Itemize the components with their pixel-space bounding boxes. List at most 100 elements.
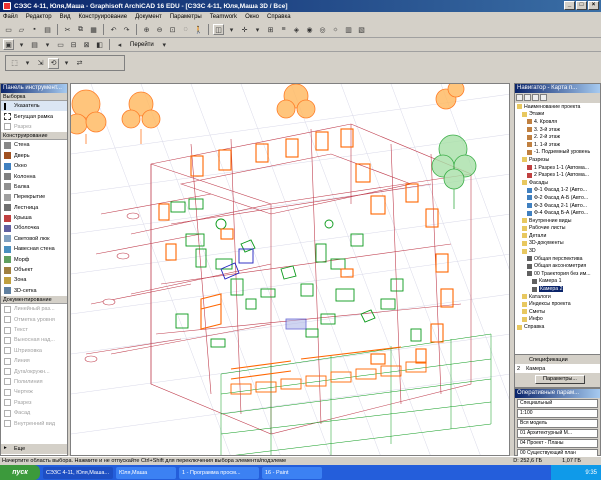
undo-icon[interactable]: ↶ bbox=[108, 24, 119, 35]
menu-window[interactable]: Окно bbox=[244, 14, 260, 20]
detail-icon[interactable]: ⊠ bbox=[81, 39, 92, 50]
save-icon[interactable]: ▪ bbox=[29, 24, 40, 35]
option-display[interactable]: Специальный bbox=[517, 399, 598, 408]
tool-document-2[interactable]: Текст bbox=[1, 325, 67, 335]
option-mvo[interactable]: 04 Проект - Планы bbox=[517, 439, 598, 448]
tree-item[interactable]: Инфо bbox=[515, 316, 600, 324]
tree-item[interactable]: Ф-3 Фасад 2-1 (Авто... bbox=[515, 202, 600, 210]
tool-construct-3[interactable]: Колонна bbox=[1, 171, 67, 181]
dropdown-arrow-icon[interactable]: ▾ bbox=[22, 58, 33, 69]
goto-button[interactable]: Перейти bbox=[127, 42, 157, 48]
task-archicad[interactable]: СЭЗС 4-11, Юля,Маша... bbox=[43, 466, 113, 479]
menu-help[interactable]: Справка bbox=[266, 14, 292, 20]
menu-document[interactable]: Документ bbox=[134, 14, 163, 20]
tree-item[interactable]: Каталоги bbox=[515, 293, 600, 301]
sun-icon[interactable]: ☼ bbox=[330, 24, 341, 35]
view-icon[interactable]: ▣ bbox=[3, 39, 14, 50]
tool-document-4[interactable]: Штриховка bbox=[1, 346, 67, 356]
navigator-title[interactable]: Навигатор - Карта п... bbox=[515, 84, 600, 93]
rotate-icon[interactable]: ⟲ bbox=[48, 57, 59, 69]
view-map-icon[interactable] bbox=[524, 94, 531, 101]
tree-item[interactable]: Внутренние виды bbox=[515, 217, 600, 225]
menu-file[interactable]: Файл bbox=[2, 14, 19, 20]
camera-icon[interactable]: ◎ bbox=[317, 24, 328, 35]
tree-item[interactable]: Общая аксонометрия bbox=[515, 262, 600, 270]
tool-pointer[interactable]: Указатель bbox=[1, 101, 67, 112]
tree-item[interactable]: 2 Разрез 1-1 (Автома... bbox=[515, 171, 600, 179]
toolbox-title[interactable]: Панель инструмент... bbox=[1, 84, 67, 93]
open-folder-icon[interactable]: ▱ bbox=[16, 24, 27, 35]
tree-item[interactable]: Общая перспектива bbox=[515, 255, 600, 263]
tool-construct-14[interactable]: 3D-сетка bbox=[1, 286, 67, 296]
menu-design[interactable]: Конструирование bbox=[77, 14, 128, 20]
tool-construct-6[interactable]: Лестница bbox=[1, 203, 67, 213]
tool-construct-5[interactable]: Перекрытие bbox=[1, 192, 67, 202]
tool-marquee[interactable]: Бегущая рамка bbox=[1, 111, 67, 121]
maximize-button[interactable]: □ bbox=[576, 1, 587, 10]
tree-item[interactable]: Фасады bbox=[515, 179, 600, 187]
tree-item[interactable]: 4. Кровля bbox=[515, 118, 600, 126]
3d-model-view[interactable] bbox=[71, 84, 510, 456]
option-pen-set[interactable]: 01 Архитектурный М... bbox=[517, 429, 598, 438]
tree-item[interactable]: Разрезы bbox=[515, 156, 600, 164]
drag-icon[interactable]: ⇲ bbox=[35, 58, 46, 69]
plan-icon[interactable]: ▤ bbox=[29, 39, 40, 50]
tool-document-7[interactable]: Полилиния bbox=[1, 377, 67, 387]
redo-icon[interactable]: ↷ bbox=[121, 24, 132, 35]
tool-construct-1[interactable]: Дверь bbox=[1, 151, 67, 161]
cut-icon[interactable]: ✂ bbox=[62, 24, 73, 35]
dropdown-arrow-icon[interactable]: ▾ bbox=[42, 39, 53, 50]
tool-document-9[interactable]: Разрез bbox=[1, 398, 67, 408]
tree-item[interactable]: 00 Траектория без им... bbox=[515, 270, 600, 278]
walk-icon[interactable]: 🚶 bbox=[193, 24, 204, 35]
tool-document-3[interactable]: Выносная над... bbox=[1, 335, 67, 345]
dropdown-arrow-icon[interactable]: ▾ bbox=[159, 39, 170, 50]
dropdown-arrow-icon[interactable]: ▾ bbox=[61, 58, 72, 69]
tree-item[interactable]: 1. 1-й этаж bbox=[515, 141, 600, 149]
copy-icon[interactable]: ⧉ bbox=[75, 24, 86, 35]
tree-item[interactable]: 3D bbox=[515, 247, 600, 255]
tool-construct-9[interactable]: Световой люк bbox=[1, 234, 67, 244]
3d-viewport[interactable] bbox=[70, 83, 510, 456]
tool-document-1[interactable]: Отметка уровня bbox=[1, 314, 67, 324]
tree-item[interactable]: Наименование проекта bbox=[515, 103, 600, 111]
menu-view[interactable]: Вид bbox=[59, 14, 72, 20]
spec-row[interactable]: Спецификации bbox=[515, 355, 600, 364]
tree-item[interactable]: -1. Подземный уровень bbox=[515, 149, 600, 157]
zoom-out-icon[interactable]: ⊖ bbox=[154, 24, 165, 35]
fit-window-icon[interactable]: ⊡ bbox=[167, 24, 178, 35]
quick-options-title[interactable]: Оперативные парам... bbox=[515, 389, 600, 398]
tool-construct-11[interactable]: Морф bbox=[1, 254, 67, 264]
tree-item[interactable]: Сметы bbox=[515, 308, 600, 316]
tree-item[interactable]: Ф-4 Фасад Б-А (Авто... bbox=[515, 209, 600, 217]
parameters-button[interactable]: Параметры... bbox=[535, 375, 585, 384]
section-select[interactable]: Выборка bbox=[1, 93, 67, 101]
project-tree[interactable]: Наименование проекта Этажи 4. Кровля 3. 3-й… bbox=[515, 103, 600, 331]
tree-item[interactable]: Камера 1 bbox=[515, 278, 600, 286]
menu-edit[interactable]: Редактор bbox=[25, 14, 53, 20]
tool-construct-7[interactable]: Крыша bbox=[1, 213, 67, 223]
walls-icon[interactable]: ▥ bbox=[343, 24, 354, 35]
tool-document-8[interactable]: Чертеж bbox=[1, 387, 67, 397]
orbit-icon[interactable]: ◌ bbox=[180, 24, 191, 35]
tool-document-11[interactable]: Внутренний вид bbox=[1, 418, 67, 428]
tool-construct-13[interactable]: Зона bbox=[1, 275, 67, 285]
publisher-icon[interactable] bbox=[540, 94, 547, 101]
tree-item[interactable]: Камера 2 bbox=[515, 285, 600, 293]
menu-options[interactable]: Параметры bbox=[169, 14, 203, 20]
tree-item[interactable]: Индексы проекта bbox=[515, 300, 600, 308]
projection-icon[interactable]: ◫ bbox=[213, 24, 224, 35]
tree-item[interactable]: Справка bbox=[515, 323, 600, 331]
tree-item[interactable]: 2. 2-й этаж bbox=[515, 133, 600, 141]
menu-teamwork[interactable]: Teamwork bbox=[209, 14, 238, 20]
selection-icon[interactable]: ⬚ bbox=[9, 58, 20, 69]
layout-icon[interactable]: ▭ bbox=[55, 39, 66, 50]
publish-icon[interactable]: ◧ bbox=[94, 39, 105, 50]
tree-item[interactable]: Этажи bbox=[515, 111, 600, 119]
paste-icon[interactable]: ▦ bbox=[88, 24, 99, 35]
tool-document-10[interactable]: Фасад bbox=[1, 408, 67, 418]
option-scale[interactable]: 1:100 bbox=[517, 409, 598, 418]
trace-icon[interactable]: ◈ bbox=[291, 24, 302, 35]
layer-icon[interactable]: ≡ bbox=[278, 24, 289, 35]
tool-construct-12[interactable]: Объект bbox=[1, 265, 67, 275]
